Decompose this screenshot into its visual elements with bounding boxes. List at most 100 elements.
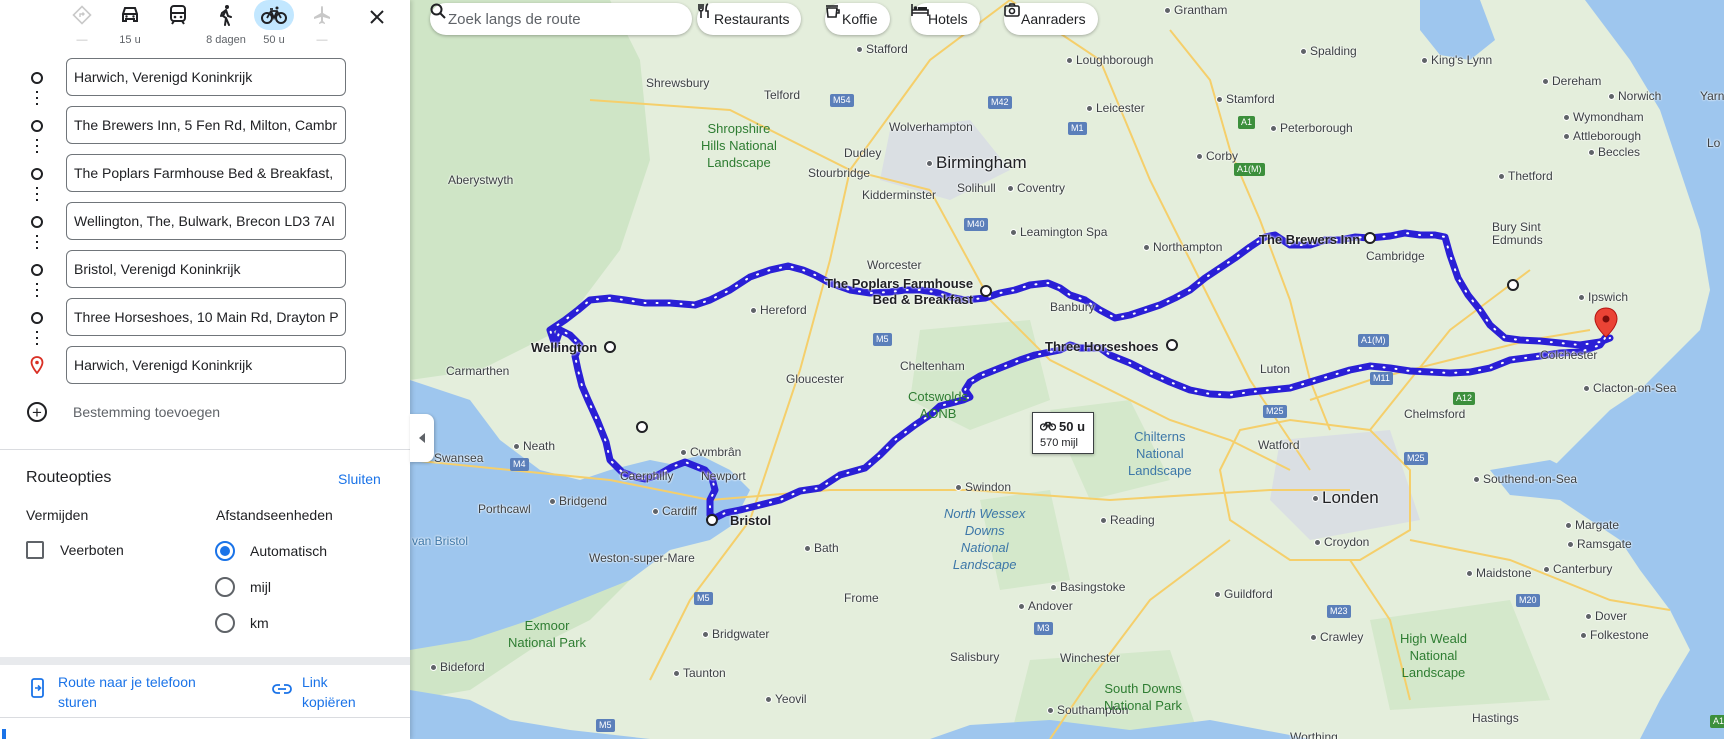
chip-attractions[interactable]: Aanraders [1004, 3, 1098, 35]
chip-label: Koffie [842, 11, 878, 27]
place-label: Grantham [1164, 3, 1227, 17]
waypoint-marker-three-horseshoes[interactable] [1166, 339, 1178, 351]
place-label: Clacton-on-Sea [1583, 381, 1676, 395]
road-shield: A12 [1453, 392, 1476, 405]
waypoint-row: Harwich, Verenigd Koninkrijk [0, 58, 410, 109]
units-radio-auto[interactable] [215, 541, 235, 561]
park-label: South Downs National Park [1104, 681, 1183, 713]
waypoint-marker-poplars[interactable] [980, 285, 992, 297]
place-label: Chelmsford [1404, 407, 1466, 421]
road-shield: M20 [1516, 594, 1540, 607]
road-shield: M5 [873, 333, 892, 346]
waypoint-marker[interactable] [636, 421, 648, 433]
stop-label-brewers-inn: The Brewers Inn [1259, 232, 1361, 247]
send-to-phone-button[interactable]: Route naar je telefoon sturen [30, 672, 218, 712]
waypoint-circle-icon [31, 72, 43, 84]
waypoint-circle-icon [31, 168, 43, 180]
close-directions-button[interactable] [362, 2, 392, 32]
stop-label-poplars: The Poplars Farmhouse Bed & Breakfast [825, 276, 974, 307]
destination-pin-icon [30, 356, 44, 379]
place-label: Frome [844, 591, 879, 605]
units-radio-miles[interactable] [215, 577, 235, 597]
mode-walk[interactable]: 8 dagen [206, 0, 246, 50]
collapse-panel-button[interactable] [410, 414, 434, 462]
place-label: Folkestone [1580, 628, 1649, 642]
close-icon [370, 10, 384, 24]
place-label: Thetford [1498, 169, 1553, 183]
mode-transit[interactable] [158, 0, 198, 50]
place-label: Luton [1260, 362, 1291, 376]
mode-label: — [76, 34, 88, 46]
map-canvas[interactable]: Grantham Stafford Spalding King's Lynn N… [410, 0, 1724, 739]
copy-link-button[interactable]: Link kopiëren [272, 672, 372, 712]
units-radio-km[interactable] [215, 613, 235, 633]
chip-label: Restaurants [714, 11, 790, 27]
waypoint-input[interactable]: Harwich, Verenigd Koninkrijk [66, 58, 346, 96]
place-label: Taunton [673, 666, 726, 680]
mode-flight[interactable]: — [302, 0, 342, 50]
road-shield: A1(M) [1234, 163, 1265, 176]
link-icon [272, 684, 292, 694]
search-along-route-input[interactable]: Zoek langs de route [430, 3, 692, 35]
mode-label: — [316, 34, 328, 46]
waypoint-circle-icon [31, 216, 43, 228]
road-shield: M25 [1404, 452, 1428, 465]
waypoint-marker[interactable] [1507, 279, 1519, 291]
waypoint-marker-brewers[interactable] [1364, 232, 1376, 244]
waypoint-input[interactable]: Wellington, The, Bulwark, Brecon LD3 7AI [66, 202, 346, 240]
park-label: North Wessex Downs National Landscape [944, 506, 1026, 572]
waypoint-row: Bristol, Verenigd Koninkrijk [0, 250, 410, 301]
place-label: Attleborough [1563, 129, 1641, 143]
road-shield: A1 [1238, 116, 1256, 129]
mode-best[interactable]: — [62, 0, 102, 50]
place-label: Hastings [1472, 711, 1519, 725]
place-label: Telford [764, 88, 801, 102]
chip-hotels[interactable]: Hotels [911, 3, 980, 35]
place-label: Lo [1707, 136, 1721, 150]
route-options-close-link[interactable]: Sluiten [338, 471, 381, 487]
avoid-ferries-checkbox[interactable] [26, 541, 44, 559]
waypoint-row: The Poplars Farmhouse Bed & Breakfast, [0, 154, 410, 205]
place-label: Banbury [1050, 300, 1095, 314]
place-label: Corby [1196, 149, 1238, 163]
avoid-ferries-label: Veerboten [60, 542, 124, 558]
place-label: Gloucester [786, 372, 845, 386]
place-label: Dudley [844, 146, 882, 160]
stop-label-wellington: Wellington [531, 340, 598, 355]
waypoint-input[interactable]: Harwich, Verenigd Koninkrijk [66, 346, 346, 384]
copy-link-label: Link kopiëren [302, 674, 356, 710]
train-icon [158, 0, 198, 30]
place-label: Colchester [1540, 348, 1598, 362]
waypoint-marker-wellington[interactable] [604, 341, 616, 353]
road-shield: M3 [1034, 622, 1053, 635]
route-duration-callout[interactable]: 50 u 570 mijl [1032, 412, 1094, 454]
waypoint-input[interactable]: Three Horseshoes, 10 Main Rd, Drayton P [66, 298, 346, 336]
park-label: Exmoor National Park [508, 618, 587, 650]
chip-restaurants[interactable]: Restaurants [697, 3, 802, 35]
place-label: Canterbury [1543, 562, 1612, 576]
place-label: Bridgend [549, 494, 607, 508]
road-shield: A1(M) [1358, 334, 1389, 347]
mode-car[interactable]: 15 u [110, 0, 150, 50]
waypoint-input[interactable]: The Brewers Inn, 5 Fen Rd, Milton, Cambr [66, 106, 346, 144]
place-label: Maidstone [1466, 566, 1531, 580]
waypoint-marker-bristol[interactable] [706, 514, 718, 526]
place-label: Bridgwater [702, 627, 769, 641]
chip-coffee[interactable]: Koffie [825, 3, 890, 35]
divider [0, 449, 410, 450]
place-label: Bath [804, 541, 839, 555]
add-destination-button[interactable]: + Bestemming toevoegen [27, 402, 220, 422]
road-shield: M23 [1327, 605, 1351, 618]
place-label: Carmarthen [446, 364, 510, 378]
directions-panel: — 15 u 8 dagen 50 u — Harwich, Verenigd … [0, 0, 410, 739]
route-summary-strip[interactable] [0, 729, 410, 739]
waypoint-input[interactable]: Bristol, Verenigd Koninkrijk [66, 250, 346, 288]
bike-icon [254, 0, 294, 30]
place-label: Croydon [1314, 535, 1369, 549]
mode-bike[interactable]: 50 u [254, 0, 294, 50]
road-shield: M5 [596, 719, 615, 732]
waypoint-input[interactable]: The Poplars Farmhouse Bed & Breakfast, [66, 154, 346, 192]
add-destination-label: Bestemming toevoegen [73, 404, 221, 420]
mode-label: 8 dagen [206, 34, 246, 46]
walk-icon [206, 0, 246, 30]
